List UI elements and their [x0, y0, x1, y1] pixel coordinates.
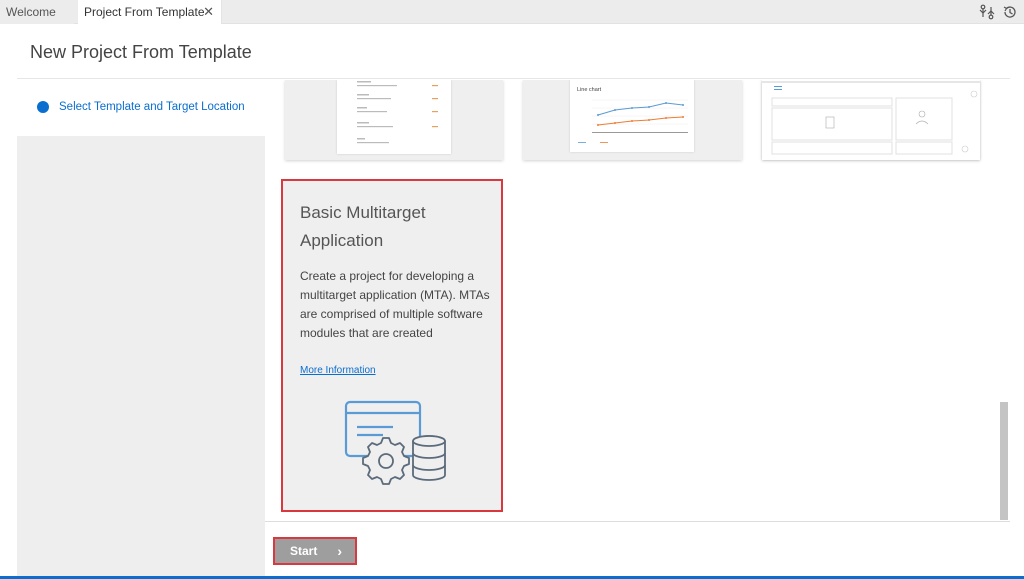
compare-changes-icon[interactable]	[979, 4, 995, 20]
history-icon[interactable]	[1002, 4, 1018, 20]
step-select-template[interactable]: Select Template and Target Location	[17, 80, 265, 136]
preview-chart-title: Line chart	[577, 87, 602, 93]
wizard-steps-panel: Select Template and Target Location	[17, 80, 265, 579]
template-gallery: Line chart Basic Multitarget Application…	[265, 80, 1010, 521]
tab-label: Project From Template	[84, 5, 205, 19]
footer-divider	[265, 521, 1010, 522]
template-title: Basic Multitarget Application	[300, 203, 426, 250]
start-label: Start	[290, 544, 318, 558]
tab-project-from-template[interactable]: Project From Template ✕	[78, 0, 222, 24]
header-divider	[17, 78, 1010, 79]
editor-tab-bar: Welcome Project From Template ✕	[0, 0, 1024, 24]
mta-illustration-icon	[344, 400, 446, 485]
line-chart-preview: Line chart	[570, 80, 694, 152]
template-card-list-report[interactable]	[285, 80, 503, 160]
gallery-scrollbar-thumb[interactable]	[1000, 402, 1008, 520]
start-button[interactable]: Start ›	[273, 537, 357, 565]
tab-welcome[interactable]: Welcome	[0, 0, 74, 24]
page-title: New Project From Template	[30, 42, 252, 62]
step-indicator-icon	[37, 101, 49, 113]
template-card-form-layout[interactable]	[762, 80, 980, 160]
form-layout-preview	[762, 80, 980, 160]
template-card-basic-mta[interactable]: Basic Multitarget Application Create a p…	[281, 179, 503, 512]
list-report-preview	[337, 80, 451, 154]
more-information-link[interactable]: More Information	[300, 365, 376, 376]
template-card-line-chart[interactable]: Line chart	[523, 80, 742, 160]
close-icon[interactable]: ✕	[203, 0, 214, 24]
chevron-right-icon: ›	[337, 543, 342, 559]
template-description: Create a project for developing a multit…	[300, 269, 490, 340]
step-label: Select Template and Target Location	[59, 101, 245, 113]
